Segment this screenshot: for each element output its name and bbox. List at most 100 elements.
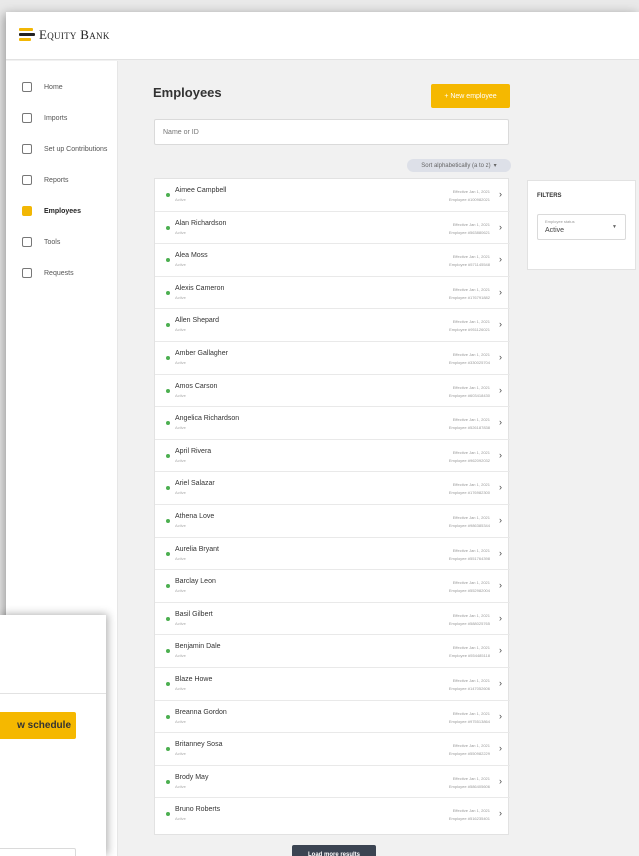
sidebar-item-imports[interactable]: Imports	[6, 107, 118, 129]
effective-date: Effective Jan 1, 2021	[452, 645, 490, 651]
table-row[interactable]: Aurelia Bryant Active Effective Jan 1, 202…	[155, 538, 510, 571]
employee-status: Active	[175, 490, 186, 496]
employee-number: Employee #588025765	[448, 620, 490, 626]
logo[interactable]: Equity Bank	[19, 26, 110, 44]
table-row[interactable]: Amber Gallagher Active Effective Jan 1, 20…	[155, 342, 510, 375]
chevron-down-icon: ▼	[612, 224, 617, 230]
status-dot-icon	[166, 356, 170, 360]
table-row[interactable]: Allen Shepard Active Effective Jan 1, 2021…	[155, 309, 510, 342]
chevron-right-icon: ›	[499, 580, 502, 591]
table-row[interactable]: Basil Gilbert Active Effective Jan 1, 2021…	[155, 603, 510, 636]
effective-date: Effective Jan 1, 2021	[452, 189, 490, 194]
table-row[interactable]: Britanney Sosa Active Effective Jan 1, 202…	[155, 733, 510, 766]
table-row[interactable]: Blaze Howe Active Effective Jan 1, 2021 Emp…	[155, 668, 510, 701]
effective-date: Effective Jan 1, 2021	[452, 612, 490, 618]
employee-status: Active	[175, 751, 186, 757]
effective-date: Effective Jan 1, 2021	[452, 743, 490, 749]
status-dot-icon	[166, 421, 170, 426]
contributions-icon	[22, 144, 32, 154]
sidebar-item-reports[interactable]: Reports	[6, 169, 118, 191]
employee-status: Active	[175, 588, 186, 594]
employee-number: Employee #147052606	[448, 686, 490, 691]
tools-icon	[22, 237, 32, 247]
employee-number: Employee #516235401	[448, 816, 490, 822]
sort-dropdown[interactable]: Sort alphabetically (a to z) ▾	[407, 159, 511, 172]
effective-date: Effective Jan 1, 2021	[452, 417, 490, 423]
effective-date: Effective Jan 1, 2021	[452, 286, 490, 292]
effective-date: Effective Jan 1, 2021	[452, 580, 490, 586]
chevron-right-icon: ›	[499, 612, 502, 623]
sidebar-item-tools[interactable]: Tools	[6, 231, 118, 253]
sidebar-item-requests[interactable]: Requests	[6, 262, 118, 284]
employee-name: Brody May	[175, 773, 209, 781]
sidebar-item-label: Home	[44, 83, 63, 91]
table-row[interactable]: April Rivera Active Effective Jan 1, 2021 E…	[155, 440, 510, 473]
employee-name: Breanna Gordon	[175, 708, 227, 716]
status-dot-icon	[166, 714, 170, 719]
chevron-right-icon: ›	[499, 352, 502, 362]
chevron-right-icon: ›	[499, 384, 502, 395]
employee-status: Active	[175, 392, 186, 398]
logo-mark-icon	[19, 26, 35, 44]
table-row[interactable]: Athena Love Active Effective Jan 1, 2021 Em…	[155, 505, 510, 538]
logo-text: Equity Bank	[39, 27, 110, 42]
effective-date: Effective Jan 1, 2021	[452, 449, 490, 455]
table-row[interactable]: Amos Carson Active Effective Jan 1, 2021 Em…	[155, 375, 510, 408]
employee-number: Employee #603418430	[448, 392, 490, 398]
employee-status-select[interactable]: Employee status Active ▼	[537, 214, 626, 240]
table-row[interactable]: Brody May Active Effective Jan 1, 2021 Empl…	[155, 766, 510, 799]
employee-number: Employee #951126021	[449, 327, 490, 333]
chevron-right-icon: ›	[499, 808, 502, 819]
table-row[interactable]: Alea Moss Active Effective Jan 1, 2021 Empl…	[155, 244, 510, 277]
status-dot-icon	[166, 682, 170, 686]
employee-name: Amber Gallagher	[175, 350, 228, 357]
table-row[interactable]: Ariel Salazar Active Effective Jan 1, 2021…	[155, 472, 510, 505]
employee-number: Employee #563880621	[448, 229, 490, 235]
table-row[interactable]: Breanna Gordon Active Effective Jan 1, 202…	[155, 701, 510, 734]
employee-name: April Rivera	[175, 447, 212, 455]
effective-date: Effective Jan 1, 2021	[452, 221, 490, 227]
status-dot-icon	[166, 616, 170, 621]
sidebar-item-label: Reports	[44, 176, 69, 184]
employee-name: Benjamin Dale	[175, 643, 221, 651]
status-dot-icon	[166, 193, 170, 197]
popup-header	[0, 615, 106, 694]
filters-panel: FILTERS Employee status Active ▼	[527, 180, 636, 270]
new-schedule-button[interactable]: w schedule	[0, 712, 76, 739]
reports-icon	[22, 175, 32, 185]
status-dot-icon	[166, 258, 170, 263]
employee-name: Alan Richardson	[175, 219, 227, 227]
sidebar-item-contributions[interactable]: Set up Contributions	[6, 138, 118, 160]
employee-number: Employee #176791882	[448, 294, 490, 300]
status-dot-icon	[166, 747, 170, 752]
effective-date: Effective Jan 1, 2021	[452, 352, 490, 357]
employee-status: Active	[175, 653, 186, 659]
employee-status: Active	[175, 620, 186, 626]
table-row[interactable]: Alan Richardson Active Effective Jan 1, 20…	[155, 212, 510, 245]
popup-field[interactable]	[0, 848, 76, 856]
employee-number: Employee #330025704	[448, 360, 490, 365]
table-row[interactable]: Barclay Leon Active Effective Jan 1, 2021 E…	[155, 570, 510, 603]
employee-number: Employee #100982021	[448, 197, 490, 202]
status-dot-icon	[166, 453, 170, 458]
new-employee-button[interactable]: + New employee	[431, 84, 510, 108]
employee-name: Aimee Campbell	[175, 187, 227, 194]
chevron-right-icon: ›	[499, 221, 502, 232]
table-row[interactable]: Angelica Richardson Active Effective Jan 1…	[155, 407, 510, 440]
employee-name: Bruno Roberts	[175, 806, 221, 814]
table-row[interactable]: Alexis Cameron Active Effective Jan 1, 202…	[155, 277, 510, 310]
status-dot-icon	[166, 584, 170, 589]
table-row[interactable]: Bruno Roberts Active Effective Jan 1, 2021…	[155, 798, 510, 831]
employee-number: Employee #586405606	[448, 783, 490, 789]
search-input[interactable]	[154, 119, 509, 145]
sidebar-item-home[interactable]: Home	[6, 76, 118, 98]
schedule-popup: w schedule	[0, 615, 106, 856]
sort-label: Sort alphabetically (a to z)	[421, 162, 491, 169]
table-row[interactable]: Aimee Campbell Active Effective Jan 1, 202…	[155, 179, 510, 212]
load-more-button[interactable]: Load more results	[292, 845, 376, 856]
table-row[interactable]: Benjamin Dale Active Effective Jan 1, 2021…	[155, 635, 510, 668]
sidebar-item-employees[interactable]: Employees	[6, 200, 118, 222]
home-icon	[22, 82, 32, 92]
chevron-right-icon: ›	[499, 482, 502, 493]
sidebar-item-label: Requests	[44, 269, 74, 277]
